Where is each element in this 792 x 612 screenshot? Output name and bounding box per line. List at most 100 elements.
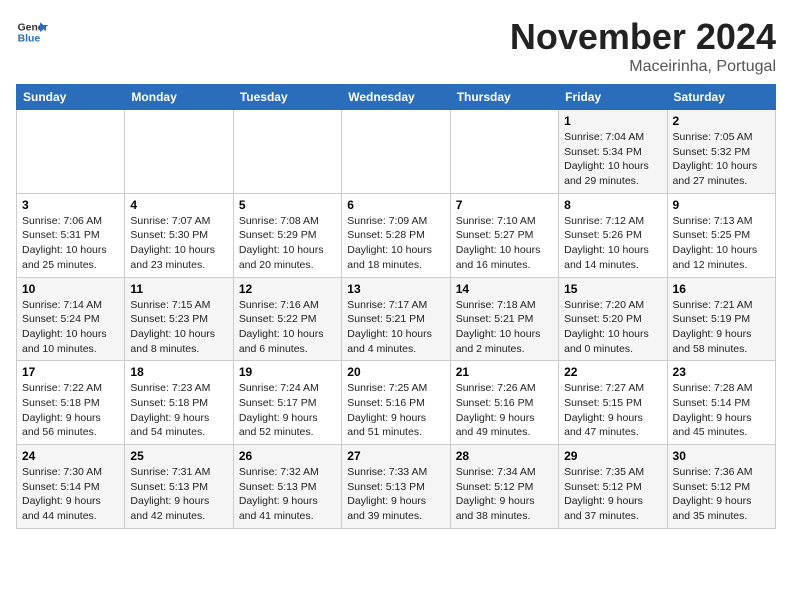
day-info: Sunrise: 7:35 AMSunset: 5:12 PMDaylight:…: [564, 465, 661, 524]
day-number: 11: [130, 282, 227, 296]
calendar-day-cell: 13 Sunrise: 7:17 AMSunset: 5:21 PMDayligh…: [342, 277, 450, 361]
day-number: 23: [673, 365, 770, 379]
calendar-day-cell: [450, 110, 558, 194]
day-number: 13: [347, 282, 444, 296]
day-info: Sunrise: 7:33 AMSunset: 5:13 PMDaylight:…: [347, 465, 444, 524]
day-info: Sunrise: 7:22 AMSunset: 5:18 PMDaylight:…: [22, 381, 119, 440]
day-info: Sunrise: 7:30 AMSunset: 5:14 PMDaylight:…: [22, 465, 119, 524]
calendar-week-row: 1Sunrise: 7:04 AMSunset: 5:34 PMDaylight…: [17, 110, 776, 194]
calendar-day-cell: 4 Sunrise: 7:07 AMSunset: 5:30 PMDaylight…: [125, 193, 233, 277]
calendar-week-row: 3Sunrise: 7:06 AMSunset: 5:31 PMDaylight…: [17, 193, 776, 277]
calendar-day-cell: 6Sunrise: 7:09 AMSunset: 5:28 PMDaylight…: [342, 193, 450, 277]
day-number: 28: [456, 449, 553, 463]
calendar-day-cell: 14Sunrise: 7:18 AMSunset: 5:21 PMDayligh…: [450, 277, 558, 361]
day-info: Sunrise: 7:07 AMSunset: 5:30 PMDaylight:…: [130, 214, 227, 273]
day-number: 9: [673, 198, 770, 212]
month-title: November 2024: [510, 16, 776, 58]
calendar-day-cell: 27Sunrise: 7:33 AMSunset: 5:13 PMDayligh…: [342, 445, 450, 529]
day-info: Sunrise: 7:24 AMSunset: 5:17 PMDaylight:…: [239, 381, 336, 440]
calendar-header-cell: Thursday: [450, 85, 558, 110]
day-number: 16: [673, 282, 770, 296]
day-info: Sunrise: 7:05 AMSunset: 5:32 PMDaylight:…: [673, 130, 770, 189]
calendar-week-row: 24 Sunrise: 7:30 AMSunset: 5:14 PMDayligh…: [17, 445, 776, 529]
calendar-day-cell: [17, 110, 125, 194]
day-number: 2: [673, 114, 770, 128]
day-number: 17: [22, 365, 119, 379]
day-info: Sunrise: 7:21 AMSunset: 5:19 PMDaylight:…: [673, 298, 770, 357]
day-info: Sunrise: 7:09 AMSunset: 5:28 PMDaylight:…: [347, 214, 444, 273]
calendar-day-cell: 24 Sunrise: 7:30 AMSunset: 5:14 PMDayligh…: [17, 445, 125, 529]
calendar-day-cell: 7 Sunrise: 7:10 AMSunset: 5:27 PMDaylight…: [450, 193, 558, 277]
day-number: 29: [564, 449, 661, 463]
day-number: 20: [347, 365, 444, 379]
day-info: Sunrise: 7:31 AMSunset: 5:13 PMDaylight:…: [130, 465, 227, 524]
day-info: Sunrise: 7:13 AMSunset: 5:25 PMDaylight:…: [673, 214, 770, 273]
calendar-day-cell: 28 Sunrise: 7:34 AMSunset: 5:12 PMDayligh…: [450, 445, 558, 529]
svg-text:Blue: Blue: [18, 34, 41, 45]
day-number: 24: [22, 449, 119, 463]
calendar-day-cell: 18 Sunrise: 7:23 AMSunset: 5:18 PMDayligh…: [125, 361, 233, 445]
day-info: Sunrise: 7:34 AMSunset: 5:12 PMDaylight:…: [456, 465, 553, 524]
day-info: Sunrise: 7:08 AMSunset: 5:29 PMDaylight:…: [239, 214, 336, 273]
calendar-day-cell: 9 Sunrise: 7:13 AMSunset: 5:25 PMDaylight…: [667, 193, 775, 277]
day-info: Sunrise: 7:20 AMSunset: 5:20 PMDaylight:…: [564, 298, 661, 357]
calendar-day-cell: 3Sunrise: 7:06 AMSunset: 5:31 PMDaylight…: [17, 193, 125, 277]
calendar-header-cell: Sunday: [17, 85, 125, 110]
day-info: Sunrise: 7:15 AMSunset: 5:23 PMDaylight:…: [130, 298, 227, 357]
calendar-day-cell: 8 Sunrise: 7:12 AMSunset: 5:26 PMDaylight…: [559, 193, 667, 277]
day-number: 12: [239, 282, 336, 296]
logo: General Blue: [16, 16, 48, 48]
day-info: Sunrise: 7:28 AMSunset: 5:14 PMDaylight:…: [673, 381, 770, 440]
calendar-day-cell: 15 Sunrise: 7:20 AMSunset: 5:20 PMDayligh…: [559, 277, 667, 361]
calendar-day-cell: 30Sunrise: 7:36 AMSunset: 5:12 PMDayligh…: [667, 445, 775, 529]
day-info: Sunrise: 7:04 AMSunset: 5:34 PMDaylight:…: [564, 130, 661, 189]
day-info: Sunrise: 7:26 AMSunset: 5:16 PMDaylight:…: [456, 381, 553, 440]
day-info: Sunrise: 7:25 AMSunset: 5:16 PMDaylight:…: [347, 381, 444, 440]
day-number: 3: [22, 198, 119, 212]
calendar-header-cell: Wednesday: [342, 85, 450, 110]
calendar-header-cell: Tuesday: [233, 85, 341, 110]
page-header: General Blue November 2024 Maceirinha, P…: [16, 16, 776, 76]
location: Maceirinha, Portugal: [510, 58, 776, 76]
day-number: 14: [456, 282, 553, 296]
day-number: 21: [456, 365, 553, 379]
calendar-day-cell: 22 Sunrise: 7:27 AMSunset: 5:15 PMDayligh…: [559, 361, 667, 445]
calendar-day-cell: 16 Sunrise: 7:21 AMSunset: 5:19 PMDayligh…: [667, 277, 775, 361]
calendar-day-cell: 26Sunrise: 7:32 AMSunset: 5:13 PMDayligh…: [233, 445, 341, 529]
calendar-day-cell: 12 Sunrise: 7:16 AMSunset: 5:22 PMDayligh…: [233, 277, 341, 361]
calendar-day-cell: 19Sunrise: 7:24 AMSunset: 5:17 PMDayligh…: [233, 361, 341, 445]
day-info: Sunrise: 7:27 AMSunset: 5:15 PMDaylight:…: [564, 381, 661, 440]
calendar-header-cell: Monday: [125, 85, 233, 110]
calendar-day-cell: 20 Sunrise: 7:25 AMSunset: 5:16 PMDayligh…: [342, 361, 450, 445]
day-number: 22: [564, 365, 661, 379]
calendar-header-row: SundayMondayTuesdayWednesdayThursdayFrid…: [17, 85, 776, 110]
day-number: 8: [564, 198, 661, 212]
day-info: Sunrise: 7:12 AMSunset: 5:26 PMDaylight:…: [564, 214, 661, 273]
calendar-day-cell: [342, 110, 450, 194]
calendar-week-row: 17 Sunrise: 7:22 AMSunset: 5:18 PMDayligh…: [17, 361, 776, 445]
title-block: November 2024 Maceirinha, Portugal: [510, 16, 776, 76]
day-number: 10: [22, 282, 119, 296]
day-info: Sunrise: 7:16 AMSunset: 5:22 PMDaylight:…: [239, 298, 336, 357]
day-info: Sunrise: 7:17 AMSunset: 5:21 PMDaylight:…: [347, 298, 444, 357]
calendar-day-cell: 25Sunrise: 7:31 AMSunset: 5:13 PMDayligh…: [125, 445, 233, 529]
logo-icon: General Blue: [16, 16, 48, 48]
day-number: 7: [456, 198, 553, 212]
day-number: 15: [564, 282, 661, 296]
calendar-day-cell: 11 Sunrise: 7:15 AMSunset: 5:23 PMDayligh…: [125, 277, 233, 361]
calendar-day-cell: 17 Sunrise: 7:22 AMSunset: 5:18 PMDayligh…: [17, 361, 125, 445]
day-number: 4: [130, 198, 227, 212]
calendar-day-cell: 2 Sunrise: 7:05 AMSunset: 5:32 PMDaylight…: [667, 110, 775, 194]
day-info: Sunrise: 7:23 AMSunset: 5:18 PMDaylight:…: [130, 381, 227, 440]
calendar-day-cell: [125, 110, 233, 194]
day-number: 30: [673, 449, 770, 463]
calendar-day-cell: 1Sunrise: 7:04 AMSunset: 5:34 PMDaylight…: [559, 110, 667, 194]
day-info: Sunrise: 7:14 AMSunset: 5:24 PMDaylight:…: [22, 298, 119, 357]
calendar-day-cell: 10 Sunrise: 7:14 AMSunset: 5:24 PMDayligh…: [17, 277, 125, 361]
calendar-body: 1Sunrise: 7:04 AMSunset: 5:34 PMDaylight…: [17, 110, 776, 529]
calendar-day-cell: 23 Sunrise: 7:28 AMSunset: 5:14 PMDayligh…: [667, 361, 775, 445]
day-number: 18: [130, 365, 227, 379]
day-number: 26: [239, 449, 336, 463]
day-info: Sunrise: 7:10 AMSunset: 5:27 PMDaylight:…: [456, 214, 553, 273]
calendar-day-cell: 29 Sunrise: 7:35 AMSunset: 5:12 PMDayligh…: [559, 445, 667, 529]
